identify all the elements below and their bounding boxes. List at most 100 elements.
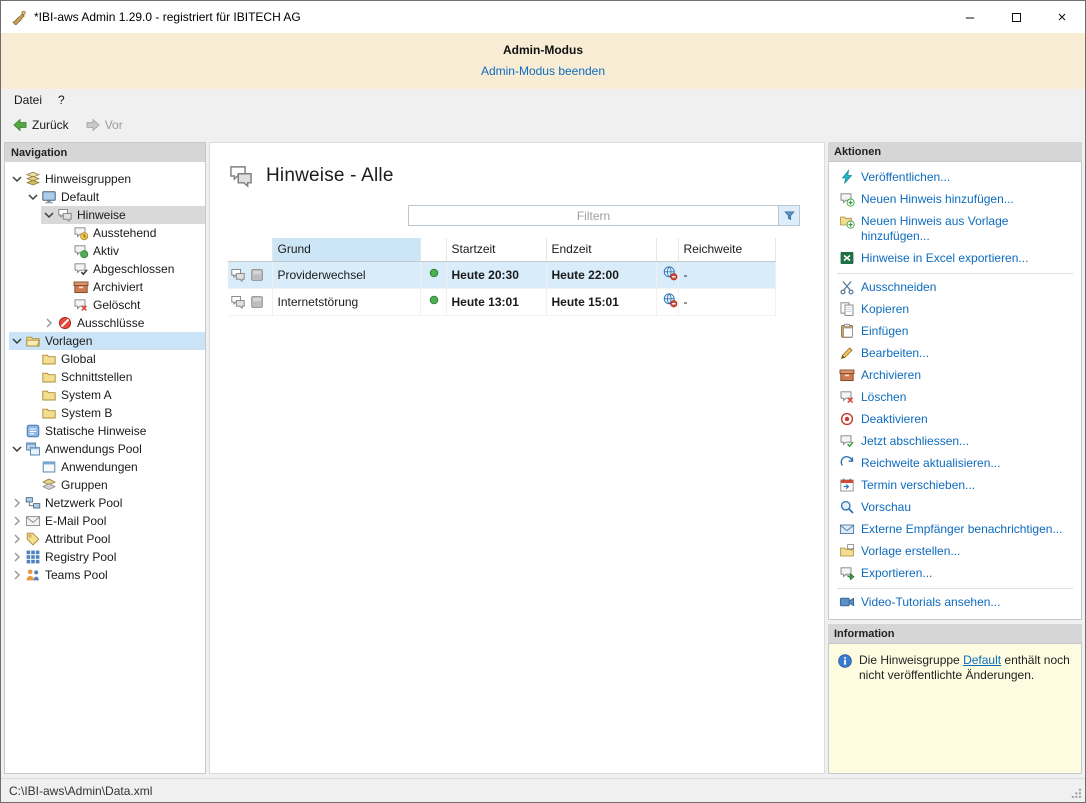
tree-item-aktiv[interactable]: Aktiv xyxy=(57,242,205,260)
action-hinweise-in-excel-exportieren[interactable]: Hinweise in Excel exportieren... xyxy=(829,248,1081,270)
default-group-link[interactable]: Default xyxy=(963,653,1001,667)
cell-reichweite: - xyxy=(678,261,776,288)
column-header-blank[interactable] xyxy=(228,238,272,261)
tree-item-ausstehend[interactable]: Ausstehend xyxy=(57,224,205,242)
chevron-down-icon[interactable] xyxy=(9,333,25,349)
action-neuen-hinweis-hinzufügen[interactable]: Neuen Hinweis hinzufügen... xyxy=(829,189,1081,211)
action-vorlage-erstellen[interactable]: Vorlage erstellen... xyxy=(829,541,1081,563)
window-icon xyxy=(41,459,57,475)
action-einfügen[interactable]: Einfügen xyxy=(829,321,1081,343)
column-header-grund[interactable]: Grund xyxy=(272,238,420,261)
action-vorschau[interactable]: Vorschau xyxy=(829,497,1081,519)
chevron-right-icon[interactable] xyxy=(9,513,25,529)
tree-item-default[interactable]: Default xyxy=(25,188,205,206)
action-archivieren[interactable]: Archivieren xyxy=(829,365,1081,387)
tree-item-label: Hinweisgruppen xyxy=(45,172,135,186)
action-bearbeiten[interactable]: Bearbeiten... xyxy=(829,343,1081,365)
tree-item-netzwerk-pool[interactable]: Netzwerk Pool xyxy=(9,494,205,512)
tree-item-archiviert[interactable]: Archiviert xyxy=(57,278,205,296)
tree-item-label: Hinweise xyxy=(77,208,130,222)
action-label: Löschen xyxy=(861,390,906,405)
globe-exclude-icon xyxy=(662,292,678,308)
tree-item-system-a[interactable]: System A xyxy=(25,386,205,404)
action-label: Vorschau xyxy=(861,500,911,515)
action-label: Exportieren... xyxy=(861,566,932,581)
close-button[interactable]: × xyxy=(1039,1,1085,33)
resize-grip-icon[interactable] xyxy=(1070,787,1083,800)
column-header-blank[interactable] xyxy=(420,238,446,261)
gray-square-icon xyxy=(249,294,265,310)
menu-help[interactable]: ? xyxy=(50,91,73,109)
action-video-tutorials-ansehen[interactable]: Video-Tutorials ansehen... xyxy=(829,592,1081,614)
tree-item-gelöscht[interactable]: Gelöscht xyxy=(57,296,205,314)
action-veröffentlichen[interactable]: Veröffentlichen... xyxy=(829,167,1081,189)
tree-item-teams-pool[interactable]: Teams Pool xyxy=(9,566,205,584)
chevron-spacer xyxy=(57,261,73,277)
action-ausschneiden[interactable]: Ausschneiden xyxy=(829,277,1081,299)
tree-item-schnittstellen[interactable]: Schnittstellen xyxy=(25,368,205,386)
column-header-endzeit[interactable]: Endzeit xyxy=(546,238,656,261)
tree-item-registry-pool[interactable]: Registry Pool xyxy=(9,548,205,566)
tree-item-abgeschlossen[interactable]: Abgeschlossen xyxy=(57,260,205,278)
action-löschen[interactable]: Löschen xyxy=(829,387,1081,409)
chevron-down-icon[interactable] xyxy=(9,441,25,457)
action-termin-verschieben[interactable]: Termin verschieben... xyxy=(829,475,1081,497)
tree-item-e-mail-pool[interactable]: E-Mail Pool xyxy=(9,512,205,530)
menu-datei[interactable]: Datei xyxy=(6,91,50,109)
tree-item-hinweise[interactable]: Hinweise xyxy=(41,206,205,224)
chevron-down-icon[interactable] xyxy=(41,207,57,223)
globe-exclude-icon xyxy=(662,265,678,281)
action-reichweite-aktualisieren[interactable]: Reichweite aktualisieren... xyxy=(829,453,1081,475)
column-header-reichweite[interactable]: Reichweite xyxy=(678,238,776,261)
tree-item-global[interactable]: Global xyxy=(25,350,205,368)
tree-item-ausschlüsse[interactable]: Ausschlüsse xyxy=(41,314,205,332)
action-label: Vorlage erstellen... xyxy=(861,544,960,559)
table-row-providerwechsel[interactable]: ProviderwechselHeute 20:30Heute 22:00- xyxy=(228,261,776,288)
filter-input[interactable] xyxy=(408,205,778,226)
speech-bubbles-icon xyxy=(57,207,73,223)
chevron-down-icon[interactable] xyxy=(25,189,41,205)
archive-action-icon xyxy=(839,367,855,383)
tree-item-hinweisgruppen[interactable]: Hinweisgruppen xyxy=(9,170,205,188)
maximize-icon xyxy=(1012,13,1021,22)
back-arrow-icon xyxy=(12,117,28,133)
calendar-move-icon xyxy=(839,477,855,493)
action-label: Einfügen xyxy=(861,324,908,339)
green-dot-icon xyxy=(426,292,442,308)
action-exportieren[interactable]: Exportieren... xyxy=(829,563,1081,585)
chevron-right-icon[interactable] xyxy=(9,531,25,547)
chevron-down-icon[interactable] xyxy=(9,171,25,187)
column-header-startzeit[interactable]: Startzeit xyxy=(446,238,546,261)
envelope-icon xyxy=(25,513,41,529)
tree-item-label: Global xyxy=(61,352,100,366)
tree-item-attribut-pool[interactable]: Attribut Pool xyxy=(9,530,205,548)
tree-item-label: Ausstehend xyxy=(93,226,160,240)
table-row-internetstörung[interactable]: InternetstörungHeute 13:01Heute 15:01- xyxy=(228,288,776,315)
action-deaktivieren[interactable]: Deaktivieren xyxy=(829,409,1081,431)
column-header-blank[interactable] xyxy=(656,238,678,261)
action-jetzt-abschliessen[interactable]: Jetzt abschliessen... xyxy=(829,431,1081,453)
chevron-right-icon[interactable] xyxy=(9,567,25,583)
maximize-button[interactable] xyxy=(993,1,1039,33)
back-button[interactable]: Zurück xyxy=(5,115,76,135)
forward-button[interactable]: Vor xyxy=(78,115,130,135)
action-kopieren[interactable]: Kopieren xyxy=(829,299,1081,321)
tree-item-vorlagen[interactable]: Vorlagen xyxy=(9,332,205,350)
chevron-right-icon[interactable] xyxy=(41,315,57,331)
tree-item-anwendungs-pool[interactable]: Anwendungs Pool xyxy=(9,440,205,458)
tree-item-anwendungen[interactable]: Anwendungen xyxy=(25,458,205,476)
actions-panel: Veröffentlichen...Neuen Hinweis hinzufüg… xyxy=(828,161,1082,620)
action-externe-empfänger-benachrichtigen[interactable]: Externe Empfänger benachrichtigen... xyxy=(829,519,1081,541)
filter-button[interactable] xyxy=(778,205,800,226)
chevron-right-icon[interactable] xyxy=(9,549,25,565)
tree-item-system-b[interactable]: System B xyxy=(25,404,205,422)
action-label: Archivieren xyxy=(861,368,921,383)
tree-item-label: Aktiv xyxy=(93,244,123,258)
action-neuen-hinweis-aus-vorlage-hinzufügen[interactable]: Neuen Hinweis aus Vorlage hinzufügen... xyxy=(829,211,1081,248)
tree-item-gruppen[interactable]: Gruppen xyxy=(25,476,205,494)
chevron-right-icon[interactable] xyxy=(9,495,25,511)
admin-mode-exit-link[interactable]: Admin-Modus beenden xyxy=(481,64,605,78)
minimize-button[interactable]: – xyxy=(947,1,993,33)
tree-item-statische-hinweise[interactable]: Statische Hinweise xyxy=(9,422,205,440)
tree-item-label: Statische Hinweise xyxy=(45,424,150,438)
